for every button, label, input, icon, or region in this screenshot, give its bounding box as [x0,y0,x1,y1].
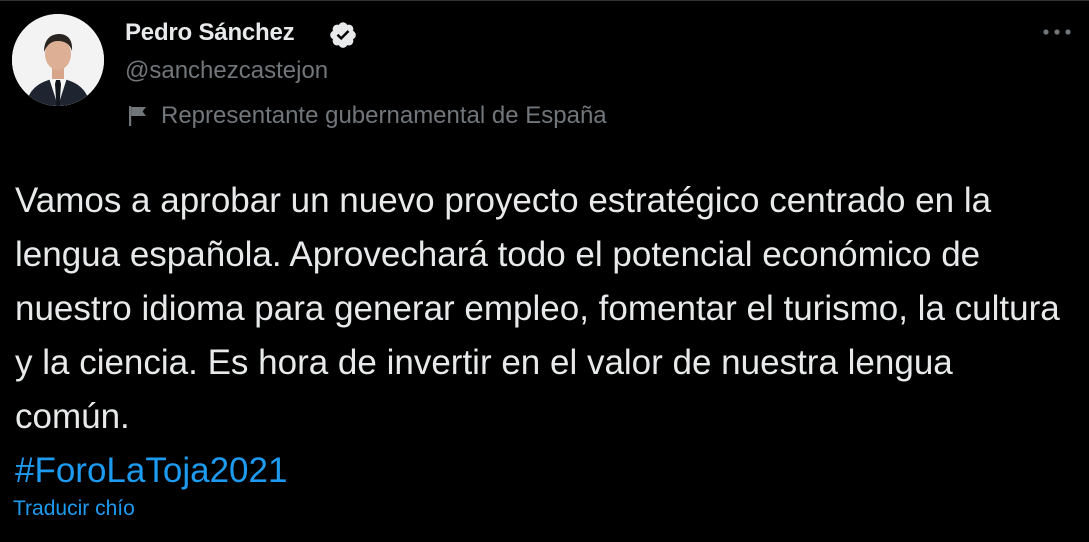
avatar-image [12,14,104,106]
more-options-button[interactable] [1040,20,1074,44]
tweet-text: Vamos a aprobar un nuevo proyecto estrat… [15,174,1075,498]
top-divider [0,0,1089,1]
display-name[interactable]: Pedro Sánchez [125,19,295,47]
verified-badge-icon [330,22,356,48]
hashtag-link[interactable]: #ForoLaToja2021 [15,444,1075,498]
flag-icon [129,106,146,126]
avatar[interactable] [12,14,104,106]
government-label-text: Representante gubernamental de España [161,102,607,129]
tweet-body: Vamos a aprobar un nuevo proyecto estrat… [15,181,1060,436]
more-options-icon [1043,29,1071,35]
government-label: Representante gubernamental de España [126,101,607,131]
author-handle[interactable]: @sanchezcastejon [125,57,328,85]
translate-link[interactable]: Traducir chío [13,497,135,521]
